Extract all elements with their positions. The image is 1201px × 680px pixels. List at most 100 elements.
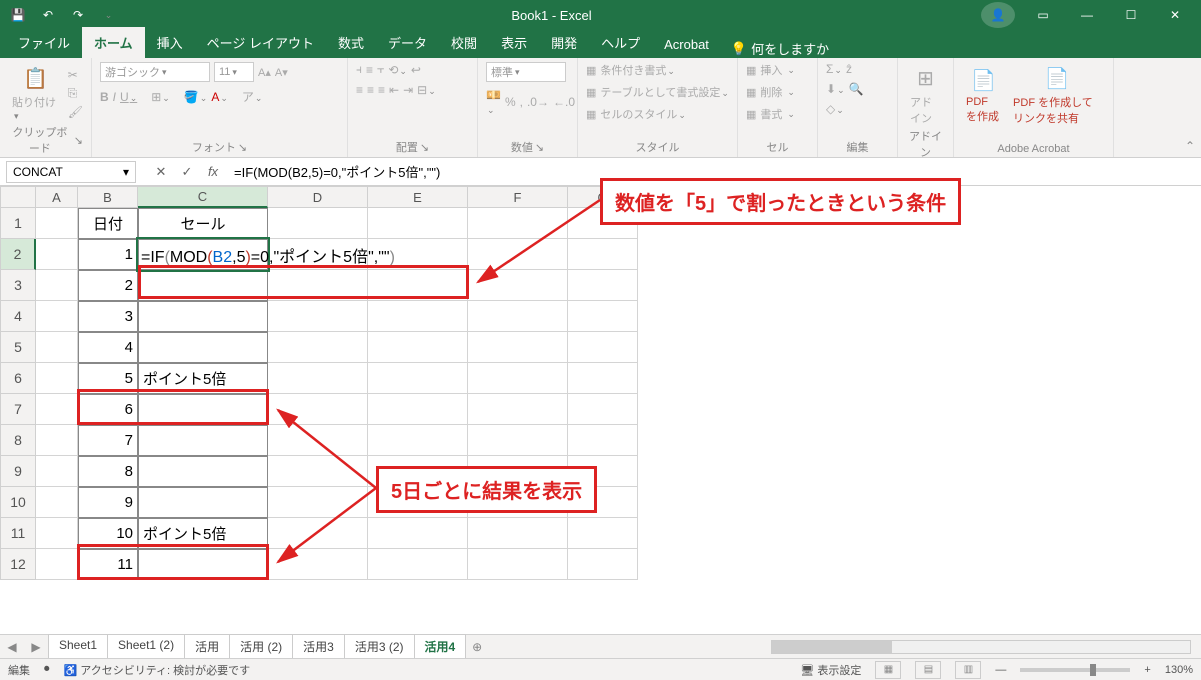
tab-insert[interactable]: 挿入: [145, 27, 195, 58]
cell-F8[interactable]: [468, 425, 568, 456]
tab-help[interactable]: ヘルプ: [589, 27, 652, 58]
close-button[interactable]: ✕: [1153, 0, 1197, 30]
page-layout-view-button[interactable]: ▤: [915, 661, 941, 679]
row-header-11[interactable]: 11: [0, 518, 36, 549]
tab-view[interactable]: 表示: [489, 27, 539, 58]
cell-A1[interactable]: [36, 208, 78, 239]
bold-button[interactable]: B: [100, 90, 109, 104]
page-break-view-button[interactable]: ▥: [955, 661, 981, 679]
comma-button[interactable]: ,: [520, 95, 523, 109]
cell-B3[interactable]: 2: [78, 270, 138, 301]
insert-cells-button[interactable]: ▦ 挿入: [746, 62, 809, 78]
conditional-format-button[interactable]: 条件付き書式: [600, 62, 675, 78]
cell-E1[interactable]: [368, 208, 468, 239]
cell-B12[interactable]: 11: [78, 549, 138, 580]
paste-button[interactable]: 📋 貼り付け: [8, 62, 64, 124]
enter-formula-button[interactable]: ✓: [174, 164, 200, 180]
dialog-launcher-icon[interactable]: ↘: [420, 141, 429, 154]
cell-F6[interactable]: [468, 363, 568, 394]
cell-E3[interactable]: [368, 270, 468, 301]
redo-button[interactable]: ↷: [64, 2, 92, 28]
cell-G12[interactable]: [568, 549, 638, 580]
tab-formulas[interactable]: 数式: [326, 27, 376, 58]
sheet-tab-4[interactable]: 活用3: [292, 634, 345, 660]
cell-D3[interactable]: [268, 270, 368, 301]
cell-G11[interactable]: [568, 518, 638, 549]
cell-C4[interactable]: [138, 301, 268, 332]
format-table-button[interactable]: テーブルとして書式設定: [600, 84, 729, 100]
fill-button[interactable]: ⬇: [826, 82, 845, 96]
cell-C7[interactable]: [138, 394, 268, 425]
cell-B4[interactable]: 3: [78, 301, 138, 332]
align-left-button[interactable]: ≡: [356, 83, 363, 97]
cell-F2[interactable]: [468, 239, 568, 270]
tab-home[interactable]: ホーム: [82, 27, 145, 58]
cell-D7[interactable]: [268, 394, 368, 425]
cell-D8[interactable]: [268, 425, 368, 456]
cut-button[interactable]: ✂: [68, 68, 83, 82]
addins-button[interactable]: ⊞ アドイン: [906, 62, 945, 128]
row-header-1[interactable]: 1: [0, 208, 36, 239]
cell-B10[interactable]: 9: [78, 487, 138, 518]
cell-G8[interactable]: [568, 425, 638, 456]
tab-acrobat[interactable]: Acrobat: [652, 31, 721, 58]
cell-styles-button[interactable]: セルのスタイル: [600, 106, 686, 122]
sheet-tab-0[interactable]: Sheet1: [48, 634, 108, 660]
cell-G3[interactable]: [568, 270, 638, 301]
decrease-font-button[interactable]: A▾: [275, 66, 288, 79]
copy-button[interactable]: ⎘: [68, 86, 83, 101]
cell-D5[interactable]: [268, 332, 368, 363]
cell-B6[interactable]: 5: [78, 363, 138, 394]
cell-B1[interactable]: 日付: [78, 208, 138, 239]
cell-D9[interactable]: [268, 456, 368, 487]
cell-A4[interactable]: [36, 301, 78, 332]
sheet-nav-next[interactable]: ▶: [24, 640, 48, 654]
row-header-6[interactable]: 6: [0, 363, 36, 394]
row-header-8[interactable]: 8: [0, 425, 36, 456]
insert-function-button[interactable]: fx: [200, 164, 226, 179]
cell-C6[interactable]: ポイント5倍: [138, 363, 268, 394]
cell-F5[interactable]: [468, 332, 568, 363]
cell-E6[interactable]: [368, 363, 468, 394]
cell-D12[interactable]: [268, 549, 368, 580]
cell-A3[interactable]: [36, 270, 78, 301]
align-top-button[interactable]: ⫞: [356, 62, 362, 77]
cell-D6[interactable]: [268, 363, 368, 394]
undo-button[interactable]: ↶: [34, 2, 62, 28]
indent-inc-button[interactable]: ⇥: [403, 83, 413, 97]
underline-button[interactable]: U: [120, 90, 137, 104]
font-name-combo[interactable]: 游ゴシック: [100, 62, 210, 82]
tab-data[interactable]: データ: [376, 27, 439, 58]
italic-button[interactable]: I: [113, 90, 116, 104]
sort-filter-button[interactable]: ẑ: [846, 62, 852, 76]
zoom-level[interactable]: 130%: [1165, 664, 1193, 676]
zoom-slider[interactable]: [1020, 668, 1130, 672]
percent-button[interactable]: %: [505, 95, 516, 109]
cell-G6[interactable]: [568, 363, 638, 394]
align-center-button[interactable]: ≡: [367, 83, 374, 97]
dialog-launcher-icon[interactable]: ↘: [535, 141, 544, 154]
zoom-out-button[interactable]: —: [995, 664, 1006, 676]
tab-developer[interactable]: 開発: [539, 27, 589, 58]
align-right-button[interactable]: ≡: [378, 83, 385, 97]
new-sheet-button[interactable]: ⊕: [465, 640, 489, 654]
cell-C12[interactable]: [138, 549, 268, 580]
cell-D1[interactable]: [268, 208, 368, 239]
cell-B2[interactable]: 1: [78, 239, 138, 270]
cell-F1[interactable]: [468, 208, 568, 239]
name-box[interactable]: CONCAT ▾: [6, 161, 136, 183]
normal-view-button[interactable]: ▦: [875, 661, 901, 679]
cell-D11[interactable]: [268, 518, 368, 549]
cell-C9[interactable]: [138, 456, 268, 487]
pdf-share-button[interactable]: 📄 PDF を作成してリンクを共有: [1009, 62, 1105, 128]
cell-E12[interactable]: [368, 549, 468, 580]
cell-A2[interactable]: [36, 239, 78, 270]
wrap-text-button[interactable]: ↩: [411, 63, 421, 77]
merge-button[interactable]: ⊟: [417, 83, 436, 97]
accessibility-status[interactable]: ♿ アクセシビリティ: 検討が必要です: [64, 662, 251, 678]
cell-F12[interactable]: [468, 549, 568, 580]
inc-decimal-button[interactable]: .0→: [527, 95, 549, 109]
autosum-button[interactable]: Σ: [826, 62, 842, 76]
col-header-E[interactable]: E: [368, 186, 468, 208]
dec-decimal-button[interactable]: ←.0: [553, 95, 575, 109]
